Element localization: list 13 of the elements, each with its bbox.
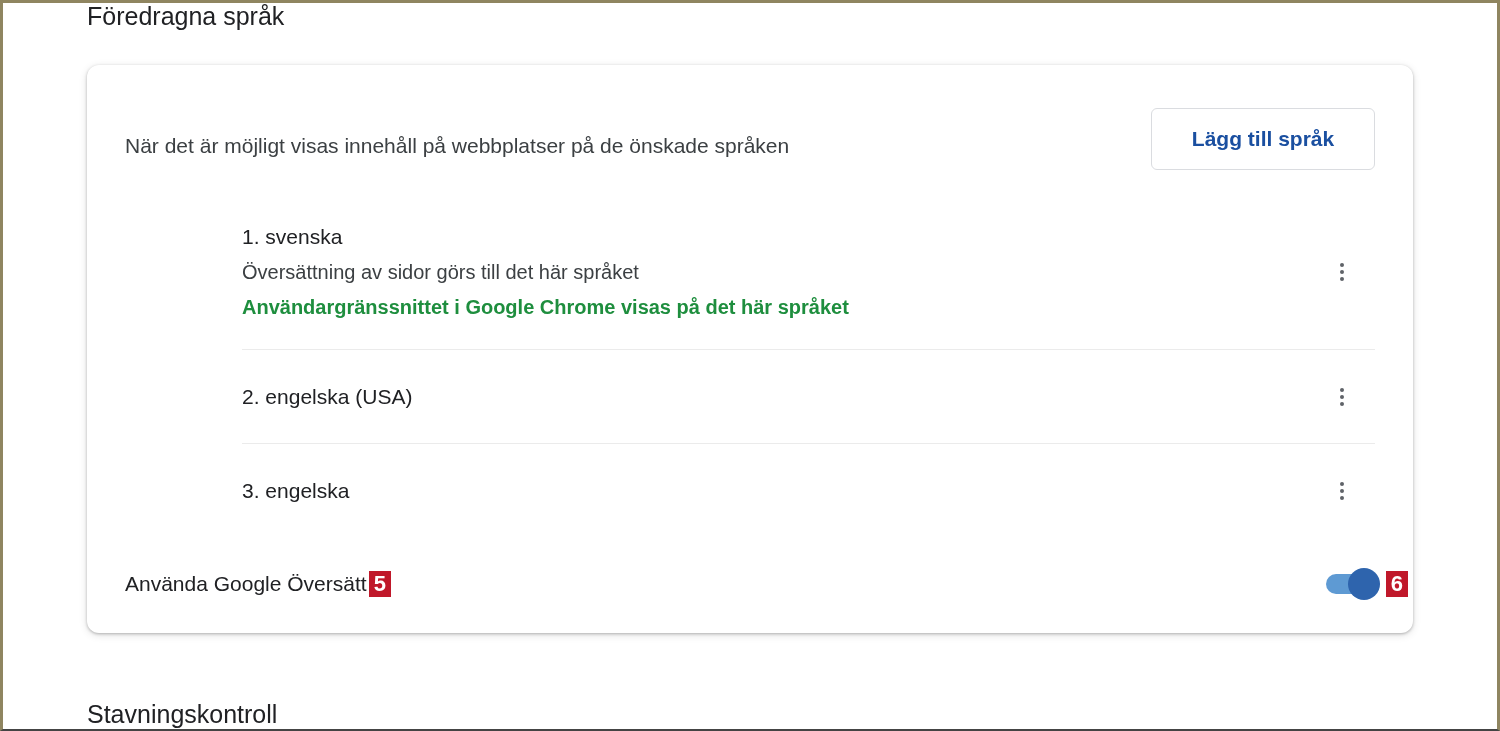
language-note: Användargränssnittet i Google Chrome visas på det här språket (242, 295, 849, 319)
language-name: 1. svenska (242, 224, 344, 249)
section-heading: Föredragna språk (87, 3, 286, 31)
language-name: 3. engelska (242, 479, 350, 503)
description-text: När det är möjligt visas innehåll på webbplatser på de önskade språken (125, 133, 790, 158)
language-note: Översättning av sidor görs till det här språket (242, 260, 640, 284)
translate-toggle[interactable] (1325, 568, 1380, 600)
add-language-button[interactable]: Lägg till språk (1151, 108, 1375, 170)
callout-badge: 5 (368, 571, 391, 597)
section-heading: Stavningskontroll (87, 699, 279, 729)
translate-label: Använda Google Översätt (125, 572, 367, 596)
language-name: 2. engelska (USA) (242, 384, 413, 409)
callout-badge: 6 (1385, 571, 1408, 597)
